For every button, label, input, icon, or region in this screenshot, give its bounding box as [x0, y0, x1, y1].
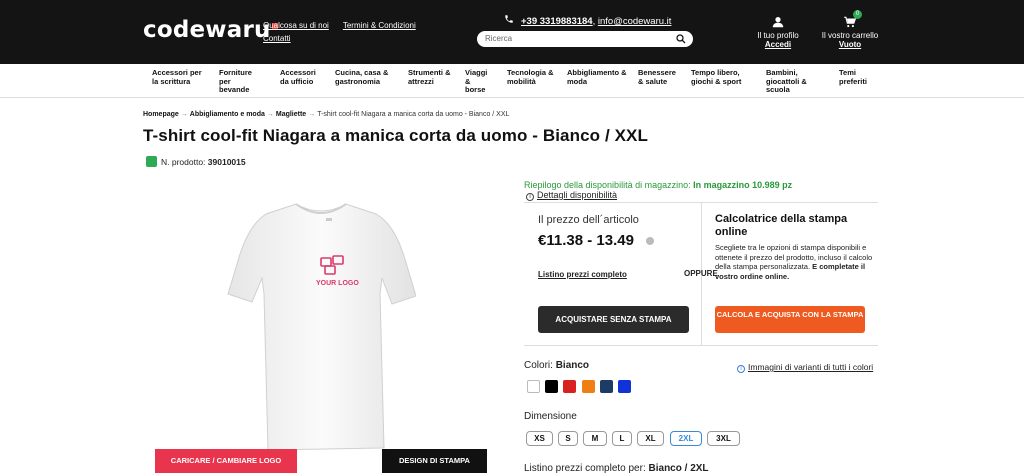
product-image[interactable]: YOUR LOGO: [226, 198, 416, 458]
cart-label: Il vostro carrello: [821, 31, 879, 40]
color-swatch-orange[interactable]: [582, 380, 595, 393]
size-s[interactable]: S: [558, 431, 578, 446]
price-label: Il prezzo dell´articolo: [538, 214, 639, 226]
product-number: N. prodotto: 39010015: [146, 156, 246, 167]
color-swatch-black[interactable]: [545, 380, 558, 393]
site-logo[interactable]: codewaru: [143, 17, 278, 43]
size-l[interactable]: L: [612, 431, 632, 446]
profile-link[interactable]: Il tuo profilo Accedi: [754, 15, 802, 49]
product-title: T-shirt cool-fit Niagara a manica corta …: [143, 126, 648, 145]
category-apparel[interactable]: Abbigliamento & moda: [567, 68, 627, 86]
breadcrumb-home[interactable]: Homepage: [143, 111, 179, 118]
breadcrumb-apparel[interactable]: Abbigliamento e moda: [190, 111, 265, 118]
color-swatch-blue[interactable]: [618, 380, 631, 393]
link-about[interactable]: Qualcosa su di noi: [263, 19, 329, 32]
color-swatch-red[interactable]: [563, 380, 576, 393]
size-xl[interactable]: XL: [637, 431, 664, 446]
category-leisure[interactable]: Tempo libero, giochi & sport: [691, 68, 753, 86]
color-variants-link[interactable]: i Immagini di varianti di tutti i colori: [737, 362, 873, 373]
info-icon: i: [737, 365, 745, 373]
selected-color: Bianco: [555, 360, 590, 371]
contact-info: +39 3319883184, info@codewaru.it: [503, 14, 671, 27]
print-design-button[interactable]: DESIGN DI STAMPA: [382, 449, 487, 473]
dimension-label: Dimensione: [524, 411, 577, 422]
category-drinkware[interactable]: Forniture per bevande: [219, 68, 259, 95]
upload-logo-button[interactable]: CARICARE / CAMBIARE LOGO: [155, 449, 297, 473]
category-wellness[interactable]: Benessere & salute: [638, 68, 682, 86]
availability-details-link[interactable]: i Dettagli disponibilità: [526, 190, 617, 201]
cart-count-badge: 0: [853, 10, 862, 19]
size-xs[interactable]: XS: [526, 431, 553, 446]
stock-value: In magazzino 10.989 pz: [693, 180, 793, 190]
info-icon: i: [526, 193, 534, 201]
link-contacts[interactable]: Contatti: [263, 32, 416, 45]
cart-link[interactable]: 0 Il vostro carrello Vuoto: [818, 10, 882, 49]
profile-label: Il tuo profilo: [757, 31, 799, 40]
logo-mockup-text: YOUR LOGO: [316, 280, 359, 287]
purchase-panel: Il prezzo dell´articolo €11.38 - 13.49 L…: [524, 202, 878, 346]
login-link[interactable]: Accedi: [765, 40, 791, 49]
size-3xl[interactable]: 3XL: [707, 431, 740, 446]
color-swatch-white[interactable]: [527, 380, 540, 393]
breadcrumb-current: T-shirt cool-fit Niagara a manica corta …: [317, 111, 510, 118]
category-travel[interactable]: Viaggi & borse: [465, 68, 489, 95]
calculator-description: Scegliete tra le opzioni di stampa dispo…: [715, 243, 873, 281]
stock-summary: Riepilogo della disponibilità di magazzi…: [524, 180, 793, 190]
top-links: Qualcosa su di noi Termini & Condizioni C…: [263, 19, 430, 45]
link-terms[interactable]: Termini & Condizioni: [343, 19, 416, 32]
breadcrumb-tshirts[interactable]: Magliette: [276, 111, 306, 118]
category-kitchen[interactable]: Cucina, casa & gastronomia: [335, 68, 395, 86]
category-writing[interactable]: Accessori per la scrittura: [152, 68, 206, 86]
calculator-title: Calcolatrice della stampa online: [715, 213, 848, 238]
cart-status: Vuoto: [838, 40, 862, 49]
user-icon: [772, 17, 784, 28]
search-icon[interactable]: [675, 33, 687, 45]
price-list-link[interactable]: Listino prezzi completo: [538, 270, 627, 279]
category-kids[interactable]: Bambini, giocattoli & scuola: [766, 68, 816, 95]
price-info-icon[interactable]: [646, 237, 654, 245]
search-placeholder: Ricerca: [485, 34, 513, 43]
breadcrumb: Homepage → Abbigliamento e moda → Magliette →…: [143, 111, 510, 118]
size-m[interactable]: M: [583, 431, 607, 446]
price-value: €11.38 - 13.49: [538, 232, 634, 249]
category-nav: Accessori per la scrittura Forniture per…: [0, 64, 1024, 98]
category-themes[interactable]: Temi preferiti: [839, 68, 879, 86]
size-2xl[interactable]: 2XL: [670, 431, 702, 446]
badge-icon: [146, 156, 157, 167]
calculate-print-button[interactable]: CALCOLA E ACQUISTA CON LA STAMPA: [715, 306, 865, 333]
buy-without-print-button[interactable]: ACQUISTARE SENZA STAMPA: [538, 306, 689, 333]
price-list-for: Listino prezzi completo per: Bianco / 2X…: [524, 463, 709, 473]
or-separator: OPPURE: [684, 269, 718, 278]
phone-link[interactable]: +39 3319883184: [521, 16, 593, 27]
search-input[interactable]: Ricerca: [477, 31, 693, 47]
category-tools[interactable]: Strumenti & attrezzi: [408, 68, 452, 86]
phone-icon: [505, 15, 513, 23]
category-office[interactable]: Accessori da ufficio: [280, 68, 320, 86]
top-header: codewaru Qualcosa su di noi Termini & Con…: [0, 0, 1024, 64]
colors-label: Colori: Bianco: [524, 360, 590, 371]
category-tech[interactable]: Tecnologia & mobilità: [507, 68, 557, 86]
color-swatch-navy[interactable]: [600, 380, 613, 393]
email-link[interactable]: info@codewaru.it: [598, 16, 672, 27]
